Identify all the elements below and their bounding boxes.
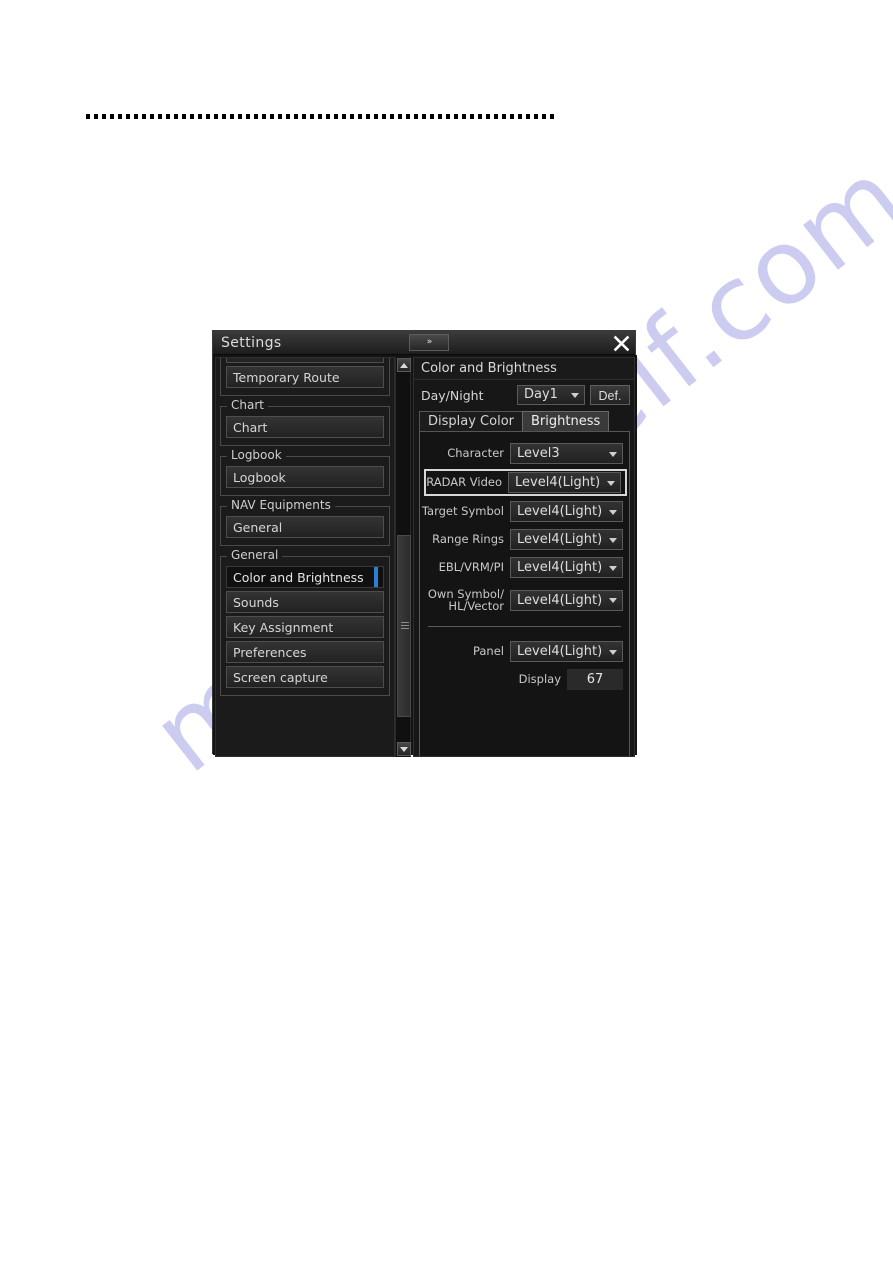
range-rings-label: Range Rings xyxy=(432,532,504,547)
ebl-vrm-pi-select-value: Level4(Light) xyxy=(517,560,603,575)
sidebar-item-key-assignment[interactable]: Key Assignment xyxy=(226,616,384,638)
chevron-down-icon xyxy=(609,537,617,543)
sidebar-item-screen-capture[interactable]: Screen capture xyxy=(226,666,384,688)
scroll-up-arrow-icon[interactable] xyxy=(397,358,411,372)
sidebar-item-nav-general[interactable]: General xyxy=(226,516,384,538)
field-row-ebl-vrm-pi: EBL/VRM/PI Level4(Light) xyxy=(420,555,629,580)
target-symbol-select-value: Level4(Light) xyxy=(517,504,603,519)
tab-brightness[interactable]: Brightness xyxy=(522,411,610,431)
dialog-title: Settings xyxy=(221,334,282,351)
chevron-down-icon xyxy=(607,480,615,486)
display-label: Display xyxy=(518,672,561,687)
panel-select[interactable]: Level4(Light) xyxy=(510,641,623,662)
scroll-down-arrow-icon[interactable] xyxy=(397,742,411,756)
color-and-brightness-pane: Color and Brightness Day/Night Day1 Def.… xyxy=(413,357,635,757)
field-row-character: Character Level3 xyxy=(420,441,629,466)
panel-label: Panel xyxy=(472,644,504,659)
sidebar-item-color-and-brightness[interactable]: Color and Brightness xyxy=(226,566,384,588)
character-select-value: Level3 xyxy=(517,446,560,461)
day-night-label: Day/Night xyxy=(421,387,484,403)
sidebar-group-chart: Chart Chart xyxy=(220,399,390,446)
panel-select-value: Level4(Light) xyxy=(517,644,603,659)
own-symbol-hl-vector-select[interactable]: Level4(Light) xyxy=(510,589,623,611)
field-row-display: Display 67 xyxy=(420,667,629,692)
sidebar-group-nav-equipments: NAV Equipments General xyxy=(220,499,390,546)
sidebar-item-preferences[interactable]: Preferences xyxy=(226,641,384,663)
sidebar-group-logbook: Logbook Logbook xyxy=(220,449,390,496)
dialog-body: AutoSail Temporary Route Chart Chart Log… xyxy=(213,355,637,757)
display-value-field[interactable]: 67 xyxy=(567,669,623,690)
dialog-titlebar: Settings » xyxy=(213,331,635,355)
day-night-select[interactable]: Day1 xyxy=(517,385,585,405)
sidebar-item-logbook[interactable]: Logbook xyxy=(226,466,384,488)
sidebar-scrollbar[interactable] xyxy=(395,357,411,757)
tab-display-color[interactable]: Display Color xyxy=(419,411,523,431)
brightness-tabs: Display Color Brightness xyxy=(419,410,634,431)
day-night-row: Day/Night Day1 Def. xyxy=(414,383,634,407)
target-symbol-label: Target Symbol xyxy=(421,504,504,519)
selected-item-indicator xyxy=(374,567,378,587)
sidebar-group-general: General Color and Brightness Sounds Key … xyxy=(220,549,390,696)
field-row-own-symbol-hl-vector: Own Symbol/ HL/Vector Level4(Light) xyxy=(420,583,629,617)
sidebar-group-chart-legend: Chart xyxy=(227,399,268,411)
own-symbol-hl-vector-select-value: Level4(Light) xyxy=(517,592,603,608)
default-button[interactable]: Def. xyxy=(590,385,630,405)
chevron-down-icon xyxy=(609,598,617,603)
brightness-tab-panel: Character Level3 RADAR Video Level4(Ligh… xyxy=(419,431,630,756)
radar-video-label: RADAR Video xyxy=(426,475,502,490)
sidebar-item-autosail[interactable]: AutoSail xyxy=(226,358,384,363)
settings-category-scroll-content: AutoSail Temporary Route Chart Chart Log… xyxy=(216,358,394,706)
field-row-target-symbol: Target Symbol Level4(Light) xyxy=(420,499,629,524)
sidebar-group-general-legend: General xyxy=(227,549,283,561)
field-row-panel: Panel Level4(Light) xyxy=(420,639,629,664)
target-symbol-select[interactable]: Level4(Light) xyxy=(510,501,623,522)
field-row-radar-video: RADAR Video Level4(Light) xyxy=(424,469,627,496)
ebl-vrm-pi-label: EBL/VRM/PI xyxy=(438,560,504,575)
chevron-down-icon xyxy=(609,509,617,515)
sidebar-item-chart[interactable]: Chart xyxy=(226,416,384,438)
field-row-range-rings: Range Rings Level4(Light) xyxy=(420,527,629,552)
page-canvas: manualshelf.com Settings » AutoSail Temp… xyxy=(0,0,893,1263)
collapse-panel-button[interactable]: » xyxy=(409,334,449,351)
own-symbol-hl-vector-label: Own Symbol/ HL/Vector xyxy=(427,586,504,613)
scrollbar-thumb[interactable] xyxy=(397,535,411,717)
chevron-down-icon xyxy=(609,451,617,457)
day-night-select-value: Day1 xyxy=(524,387,558,402)
range-rings-select-value: Level4(Light) xyxy=(517,532,603,547)
sidebar-group-route: AutoSail Temporary Route xyxy=(220,358,390,396)
sidebar-item-sounds[interactable]: Sounds xyxy=(226,591,384,613)
chevron-down-icon xyxy=(609,565,617,571)
sidebar-group-logbook-legend: Logbook xyxy=(227,449,286,461)
scroll-up-triangle xyxy=(400,362,408,368)
ebl-vrm-pi-select[interactable]: Level4(Light) xyxy=(510,557,623,578)
section-separator xyxy=(428,626,621,627)
settings-dialog: Settings » AutoSail Temporary Route xyxy=(212,330,637,757)
sidebar-group-nav-equipments-legend: NAV Equipments xyxy=(227,499,335,511)
sidebar-item-color-and-brightness-wrap: Color and Brightness xyxy=(226,566,384,588)
settings-category-list: AutoSail Temporary Route Chart Chart Log… xyxy=(215,357,395,757)
chevron-down-icon xyxy=(609,649,617,655)
radar-video-select-value: Level4(Light) xyxy=(515,475,601,490)
close-icon[interactable] xyxy=(611,333,632,353)
scroll-down-triangle xyxy=(400,746,408,752)
character-select[interactable]: Level3 xyxy=(510,443,623,464)
sidebar-item-temporary-route[interactable]: Temporary Route xyxy=(226,366,384,388)
radar-video-select[interactable]: Level4(Light) xyxy=(508,472,621,493)
pane-title: Color and Brightness xyxy=(414,358,634,380)
page-header-dotted-rule xyxy=(86,114,556,119)
character-label: Character xyxy=(447,446,504,461)
range-rings-select[interactable]: Level4(Light) xyxy=(510,529,623,550)
chevron-down-icon xyxy=(571,393,579,398)
scroll-thumb-grip-icon xyxy=(401,622,409,630)
